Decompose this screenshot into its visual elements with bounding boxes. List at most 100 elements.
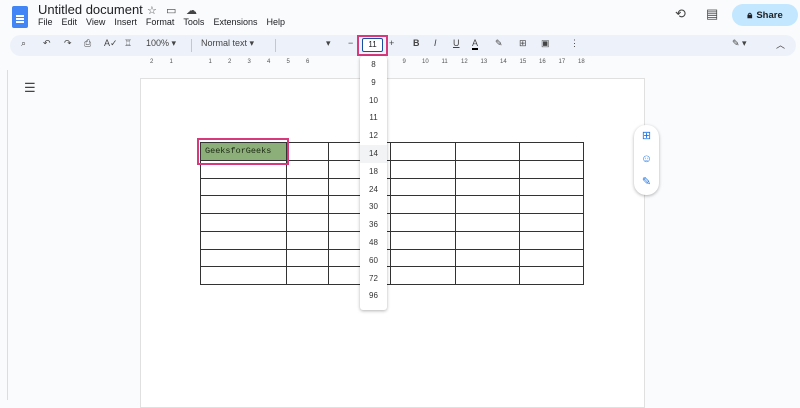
star-icon[interactable]: ☆: [147, 4, 157, 17]
italic-button[interactable]: I: [434, 38, 437, 48]
table-cell[interactable]: [200, 248, 287, 268]
cloud-status-icon[interactable]: ☁: [186, 4, 197, 17]
add-comment-icon[interactable]: ⊞: [634, 125, 659, 148]
document-title[interactable]: Untitled document: [38, 2, 143, 17]
table-cell[interactable]: [200, 195, 287, 214]
table-cell[interactable]: [455, 230, 520, 250]
highlight-pen-icon[interactable]: ✎: [495, 38, 503, 49]
move-folder-icon[interactable]: ▭: [166, 4, 176, 17]
menu-file[interactable]: File: [38, 17, 53, 27]
table-row: [200, 230, 584, 250]
table-cell[interactable]: [455, 159, 520, 179]
table-cell[interactable]: [455, 195, 520, 214]
table-cell[interactable]: [200, 213, 287, 232]
table-cell[interactable]: [455, 213, 520, 232]
share-button[interactable]: 🔒︎ Share: [732, 4, 798, 26]
table-cell[interactable]: [286, 230, 329, 250]
table-row: [200, 248, 584, 268]
font-size-option[interactable]: 14: [360, 144, 387, 163]
font-size-option[interactable]: 11: [360, 109, 387, 127]
zoom-select[interactable]: 100% ▾: [146, 38, 176, 49]
table-cell[interactable]: [286, 248, 329, 268]
menu-edit[interactable]: Edit: [62, 17, 78, 27]
vertical-ruler[interactable]: [0, 70, 8, 400]
more-options-icon[interactable]: ⋮: [570, 38, 579, 49]
table-cell[interactable]: [390, 248, 456, 268]
font-size-option[interactable]: 30: [360, 198, 387, 216]
text-color-button[interactable]: A: [472, 38, 479, 50]
font-size-option[interactable]: 24: [360, 181, 387, 199]
underline-button[interactable]: U: [453, 38, 460, 48]
table-cell[interactable]: [390, 230, 456, 250]
table-cell[interactable]: [286, 142, 329, 161]
table-cell[interactable]: [519, 248, 584, 268]
menu-insert[interactable]: Insert: [114, 17, 137, 27]
table-cell[interactable]: [390, 142, 456, 161]
font-size-option[interactable]: 9: [360, 74, 387, 92]
table-cell[interactable]: [286, 213, 329, 232]
table-cell[interactable]: [200, 230, 287, 250]
table-cell[interactable]: [286, 195, 329, 214]
suggest-edits-icon[interactable]: ✎: [634, 171, 659, 194]
font-size-input[interactable]: 11: [362, 38, 383, 52]
table-cell[interactable]: [519, 142, 584, 161]
menu-help[interactable]: Help: [266, 17, 285, 27]
font-size-option[interactable]: 10: [360, 92, 387, 110]
font-size-option[interactable]: 18: [360, 163, 387, 181]
bold-button[interactable]: B: [413, 38, 420, 48]
table-cell[interactable]: [455, 142, 520, 161]
table-cell[interactable]: [455, 266, 520, 285]
print-icon[interactable]: ⎙: [84, 38, 91, 49]
table-cell[interactable]: [200, 266, 287, 285]
table-cell[interactable]: [200, 177, 287, 197]
outline-icon[interactable]: ☰: [24, 80, 36, 96]
font-size-option[interactable]: 72: [360, 270, 387, 288]
increase-font-size-button[interactable]: +: [389, 38, 394, 48]
style-value: Normal text: [201, 38, 248, 48]
search-icon[interactable]: ⌕: [21, 38, 26, 49]
font-select[interactable]: ▾: [326, 38, 331, 49]
paint-format-icon[interactable]: ♖: [124, 38, 132, 49]
table-cell[interactable]: [286, 266, 329, 285]
font-size-option[interactable]: 8: [360, 56, 387, 74]
docs-logo[interactable]: [12, 6, 28, 28]
table-cell[interactable]: [390, 266, 456, 285]
table-cell[interactable]: [390, 195, 456, 214]
font-size-option[interactable]: 12: [360, 127, 387, 145]
table-cell[interactable]: [390, 177, 456, 197]
table-cell[interactable]: [519, 266, 584, 285]
comments-icon[interactable]: ▤: [706, 6, 718, 22]
table-cell[interactable]: [455, 248, 520, 268]
emoji-reaction-icon[interactable]: ☺: [634, 148, 659, 171]
font-size-option[interactable]: 60: [360, 252, 387, 270]
font-size-option[interactable]: 48: [360, 234, 387, 252]
menu-extensions[interactable]: Extensions: [213, 17, 257, 27]
menu-tools[interactable]: Tools: [183, 17, 204, 27]
horizontal-ruler[interactable]: 2 1 1 2 3 4 5 6 9 10 11 12 13 14 15 16 17 18: [140, 58, 645, 68]
table-cell[interactable]: [390, 159, 456, 179]
editing-mode-icon[interactable]: ✎ ▾: [732, 38, 747, 49]
table-cell[interactable]: [390, 213, 456, 232]
collapse-toolbar-icon[interactable]: ︿: [776, 38, 785, 51]
style-select[interactable]: Normal text ▾: [201, 38, 254, 49]
font-size-option[interactable]: 96: [360, 287, 387, 305]
insert-image-icon[interactable]: ▣: [541, 38, 550, 49]
table-cell[interactable]: [519, 213, 584, 232]
insert-comment-icon[interactable]: ⊞: [519, 38, 527, 49]
menu-format[interactable]: Format: [146, 17, 175, 27]
undo-icon[interactable]: ↶: [43, 38, 51, 49]
font-size-option[interactable]: 36: [360, 216, 387, 234]
table-cell[interactable]: [519, 159, 584, 179]
table-cell[interactable]: [519, 177, 584, 197]
table-cell[interactable]: [455, 177, 520, 197]
history-icon[interactable]: ⟲: [675, 6, 686, 22]
redo-icon[interactable]: ↷: [64, 38, 72, 49]
menu-bar: File Edit View Insert Format Tools Exten…: [38, 17, 285, 27]
table-cell[interactable]: [519, 230, 584, 250]
menu-view[interactable]: View: [86, 17, 105, 27]
decrease-font-size-button[interactable]: −: [348, 38, 353, 48]
spellcheck-icon[interactable]: A✓: [104, 38, 118, 49]
table-cell[interactable]: [519, 195, 584, 214]
table-cell[interactable]: [286, 177, 329, 197]
table-cell[interactable]: [286, 159, 329, 179]
